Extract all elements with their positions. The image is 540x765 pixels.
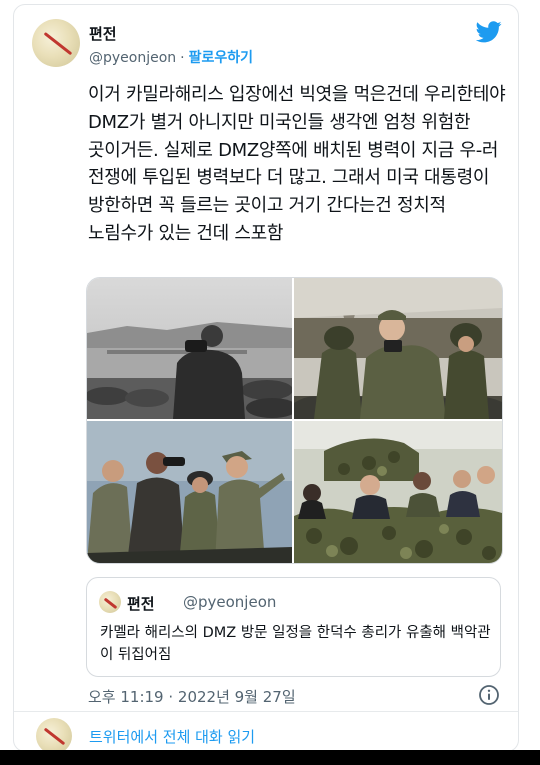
photo-image (294, 278, 502, 419)
photo-dmz-officials-pointing[interactable] (87, 421, 292, 563)
tweet-text: 이거 카밀라해리스 입장에선 빅엿을 먹은건데 우리한테야 DMZ가 별거 아니… (88, 84, 506, 244)
tweet-card: 편전 @pyeonjeon · 팔로우하기 이거 카밀라해리스 입장에선 빅엿을 먹… (13, 4, 519, 752)
handle-row: @pyeonjeon · 팔로우하기 (89, 47, 253, 67)
separator-dot: · (180, 50, 185, 66)
author-handle[interactable]: @pyeonjeon (89, 50, 176, 66)
info-icon[interactable] (478, 684, 500, 706)
quoted-author-handle: @pyeonjeon (183, 593, 277, 611)
photo-image (87, 278, 292, 419)
quoted-author-name: 편전 (127, 595, 155, 613)
bottom-black-bar (0, 750, 540, 765)
author-name[interactable]: 편전 (89, 23, 117, 44)
author-avatar[interactable] (32, 19, 80, 67)
read-conversation-link[interactable]: 트위터에서 전체 대화 읽기 (89, 726, 255, 747)
tweet-timestamp[interactable]: 오후 11:19 · 2022년 9월 27일 (88, 686, 296, 707)
photo-dmz-officials-helmets[interactable] (294, 278, 502, 419)
quoted-tweet-text: 카멜라 해리스의 DMZ 방문 일정을 한덕수 총리가 유출해 백악관이 뒤집어… (100, 625, 491, 663)
photo-dmz-camouflage[interactable] (294, 421, 502, 563)
quoted-author-avatar (99, 591, 121, 613)
photo-image (294, 421, 502, 563)
quoted-tweet[interactable]: 편전 @pyeonjeon 카멜라 해리스의 DMZ 방문 일정을 한덕수 총리… (86, 577, 501, 677)
photo-dmz-binoculars-bw[interactable] (87, 278, 292, 419)
divider (14, 711, 518, 712)
photo-grid[interactable] (86, 277, 503, 564)
photo-image (87, 421, 292, 563)
footer-avatar (36, 718, 72, 751)
follow-button[interactable]: 팔로우하기 (189, 50, 253, 66)
twitter-bird-icon[interactable] (476, 21, 502, 43)
